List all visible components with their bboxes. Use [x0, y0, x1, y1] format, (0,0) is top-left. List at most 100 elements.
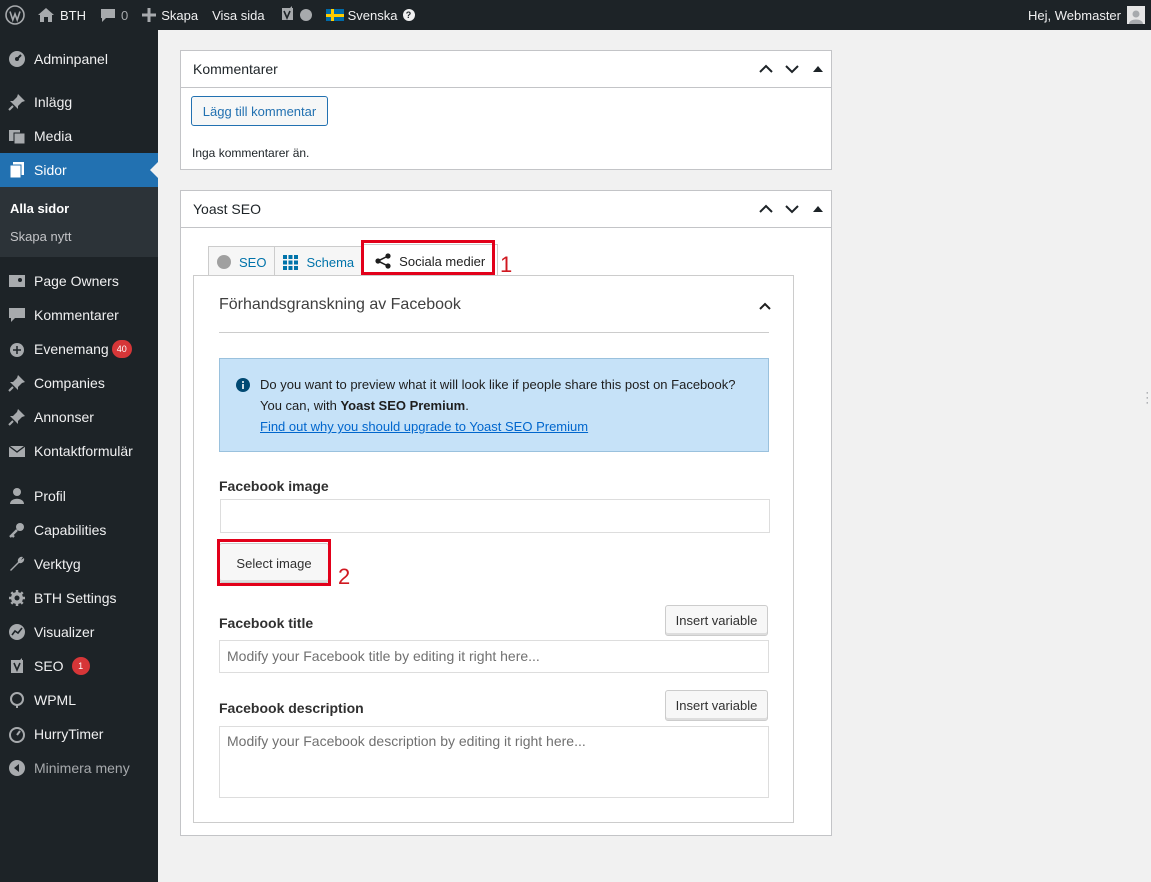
sidebar-item-ads[interactable]: Annonser [0, 400, 158, 434]
comments-metabox-header[interactable]: Kommentarer [181, 51, 831, 88]
site-name-link[interactable]: BTH [30, 0, 93, 30]
sidebar-item-hurrytimer[interactable]: HurryTimer [0, 717, 158, 751]
chart-icon [7, 622, 27, 642]
admin-bar: BTH 0 Skapa Visa sida Svenska ? Hej, Web… [0, 0, 1151, 30]
grid-icon [283, 254, 299, 270]
sidebar-item-profile[interactable]: Profil [0, 479, 158, 513]
sidebar-item-contact-forms[interactable]: Kontaktformulär [0, 434, 158, 468]
submenu-add-new[interactable]: Skapa nytt [0, 222, 158, 250]
facebook-description-input[interactable]: Modify your Facebook description by edit… [219, 726, 769, 798]
sidebar-item-tools[interactable]: Verktyg [0, 547, 158, 581]
calendar-icon [7, 339, 27, 359]
yoast-metabox-header[interactable]: Yoast SEO [181, 191, 831, 228]
resize-handle-icon[interactable]: · · · [1145, 388, 1149, 409]
tab-label: SEO [239, 254, 267, 270]
sidebar-item-posts[interactable]: Inlägg [0, 85, 158, 119]
pushpin-icon [7, 92, 27, 112]
sidebar-item-label: HurryTimer [34, 726, 104, 742]
facebook-preview-heading[interactable]: Förhandsgranskning av Facebook [219, 296, 461, 314]
yoast-adminbar-link[interactable] [272, 0, 319, 30]
sidebar-item-label: WPML [34, 692, 76, 708]
comment-icon [100, 8, 116, 23]
sidebar-item-pages[interactable]: Sidor [0, 153, 158, 187]
seo-score-dot-icon [217, 255, 231, 269]
view-page-link[interactable]: Visa sida [205, 0, 272, 30]
toggle-panel-icon[interactable] [805, 51, 831, 88]
insert-variable-button-description[interactable]: Insert variable [665, 690, 768, 721]
sidebar-item-label: Capabilities [34, 522, 107, 538]
move-down-icon[interactable] [779, 51, 805, 88]
language-label: Svenska [347, 7, 398, 23]
yoast-metabox-title: Yoast SEO [193, 201, 261, 217]
info-icon [236, 377, 250, 398]
sidebar-item-media[interactable]: Media [0, 119, 158, 153]
swedish-flag-icon [325, 9, 344, 21]
help-icon: ? [402, 9, 415, 21]
sidebar-item-visualizer[interactable]: Visualizer [0, 615, 158, 649]
page-owners-icon [7, 271, 27, 291]
annotation-number-step-2: 2 [338, 564, 351, 589]
sidebar-item-label: Inlägg [34, 94, 73, 110]
comments-link[interactable]: 0 [93, 0, 135, 30]
sidebar-item-label: Adminpanel [34, 51, 108, 67]
insert-variable-button-title[interactable]: Insert variable [665, 605, 768, 636]
alert-period: . [465, 398, 469, 413]
facebook-image-field[interactable] [220, 499, 770, 533]
tab-seo[interactable]: SEO [208, 246, 276, 277]
sidebar-item-comments[interactable]: Kommentarer [0, 298, 158, 332]
divider [219, 332, 769, 333]
toggle-panel-icon[interactable] [805, 191, 831, 228]
key-icon [7, 520, 27, 540]
yoast-icon [7, 656, 27, 676]
chevron-up-icon[interactable] [759, 298, 771, 313]
sidebar-item-label: SEO [34, 658, 64, 674]
move-up-icon[interactable] [753, 51, 779, 88]
upgrade-link[interactable]: Find out why you should upgrade to Yoast… [260, 419, 588, 434]
sidebar-item-label: Page Owners [34, 273, 119, 289]
annotation-highlight-step-1 [361, 240, 495, 275]
dashboard-icon [7, 49, 27, 69]
comments-metabox-title: Kommentarer [193, 61, 278, 77]
yoast-icon [279, 6, 295, 24]
add-comment-button[interactable]: Lägg till kommentar [191, 96, 328, 126]
sidebar-item-label: Evenemang [34, 341, 109, 357]
sidebar-item-label: Media [34, 128, 73, 144]
greeting: Hej, Webmaster [1028, 7, 1121, 23]
collapse-menu-button[interactable]: Minimera meny [0, 751, 158, 785]
facebook-title-input[interactable]: Modify your Facebook title by editing it… [219, 640, 769, 673]
language-switcher[interactable]: Svenska ? [319, 0, 422, 30]
sidebar-item-bth-settings[interactable]: BTH Settings [0, 581, 158, 615]
sidebar-item-wpml[interactable]: WPML [0, 683, 158, 717]
sidebar-item-label: Companies [34, 375, 105, 391]
view-label: Visa sida [212, 7, 265, 23]
sidebar-item-dashboard[interactable]: Adminpanel [0, 42, 158, 76]
pages-submenu: Alla sidor Skapa nytt [0, 187, 158, 257]
sidebar-item-capabilities[interactable]: Capabilities [0, 513, 158, 547]
media-icon [7, 126, 27, 146]
annotation-number-step-1: 1 [500, 252, 513, 277]
premium-upsell-alert: Do you want to preview what it will look… [219, 358, 769, 452]
pushpin-icon [7, 373, 27, 393]
site-name: BTH [60, 7, 86, 23]
move-down-icon[interactable] [779, 191, 805, 228]
sidebar-item-label: Annonser [34, 409, 94, 425]
sidebar-item-events[interactable]: Evenemang 40 [0, 332, 158, 366]
wordpress-logo-icon[interactable] [0, 0, 30, 30]
sidebar-item-label: BTH Settings [34, 590, 117, 606]
sidebar-item-companies[interactable]: Companies [0, 366, 158, 400]
new-content-link[interactable]: Skapa [135, 0, 205, 30]
sidebar-item-page-owners[interactable]: Page Owners [0, 264, 158, 298]
facebook-description-label: Facebook description [219, 700, 364, 716]
sidebar-item-seo[interactable]: SEO 1 [0, 649, 158, 683]
no-comments-text: Inga kommentarer än. [192, 146, 310, 160]
timer-icon [7, 724, 27, 744]
comments-metabox: Kommentarer Lägg till kommentar Inga kom… [180, 50, 832, 170]
my-account-link[interactable]: Hej, Webmaster [1021, 0, 1151, 30]
tab-schema[interactable]: Schema [274, 246, 364, 277]
alert-premium-name: Yoast SEO Premium [340, 398, 466, 413]
events-count-badge: 40 [111, 340, 132, 358]
submenu-all-pages[interactable]: Alla sidor [0, 194, 158, 222]
move-up-icon[interactable] [753, 191, 779, 228]
pages-icon [7, 160, 27, 180]
metabox-handle-actions [753, 51, 831, 88]
